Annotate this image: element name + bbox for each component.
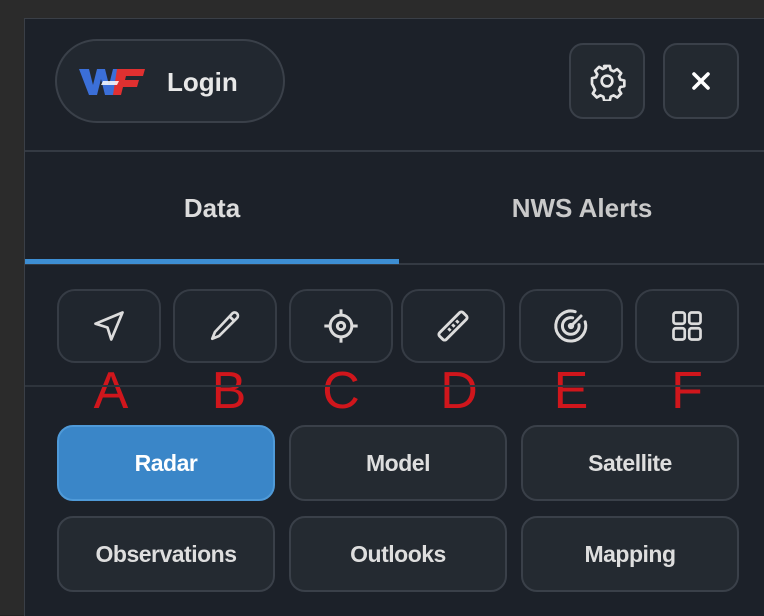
mapping-button[interactable]: Mapping [521,516,739,592]
annotation-letter-f: F [671,362,703,420]
active-tab-indicator [25,259,399,264]
close-button[interactable] [663,43,739,119]
radar-icon [554,309,588,343]
tab-data[interactable]: Data [25,153,399,263]
navigate-arrow-icon [94,311,124,341]
login-button[interactable]: Login [55,39,285,123]
radar-tool-button[interactable] [519,289,623,363]
tool-row: A B C D E F [25,287,764,417]
tab-nws-alerts[interactable]: NWS Alerts [399,153,764,263]
model-button[interactable]: Model [289,425,507,501]
annotation-letter-c: C [322,362,360,420]
outlooks-button[interactable]: Outlooks [289,516,507,592]
annotation-letter-b: B [211,362,247,420]
settings-button[interactable] [569,43,645,119]
navigate-tool-button[interactable] [57,289,161,363]
locate-tool-button[interactable] [289,289,393,363]
radar-button[interactable]: Radar [57,425,275,501]
annotation-letter-d: D [440,362,478,420]
pencil-icon [210,311,240,341]
gear-icon [590,64,626,101]
annotation-letter-a: A [93,362,129,420]
grid-icon [672,311,702,341]
panel-header: Login [25,19,764,151]
wf-logo [79,69,145,95]
annotation-letter-e: E [553,362,589,420]
close-icon [692,72,710,90]
measure-tool-button[interactable] [401,289,505,363]
tools-divider [25,385,764,387]
observations-button[interactable]: Observations [57,516,275,592]
login-label: Login [167,67,238,97]
layers-tool-button[interactable] [635,289,739,363]
header-divider [25,150,764,152]
tab-bar: Data NWS Alerts [25,153,764,263]
crosshair-icon [324,309,358,343]
ruler-icon [437,310,469,342]
draw-tool-button[interactable] [173,289,277,363]
satellite-button[interactable]: Satellite [521,425,739,501]
weather-panel: Login Data NWS Alerts A B C D E F Radar … [24,18,764,616]
